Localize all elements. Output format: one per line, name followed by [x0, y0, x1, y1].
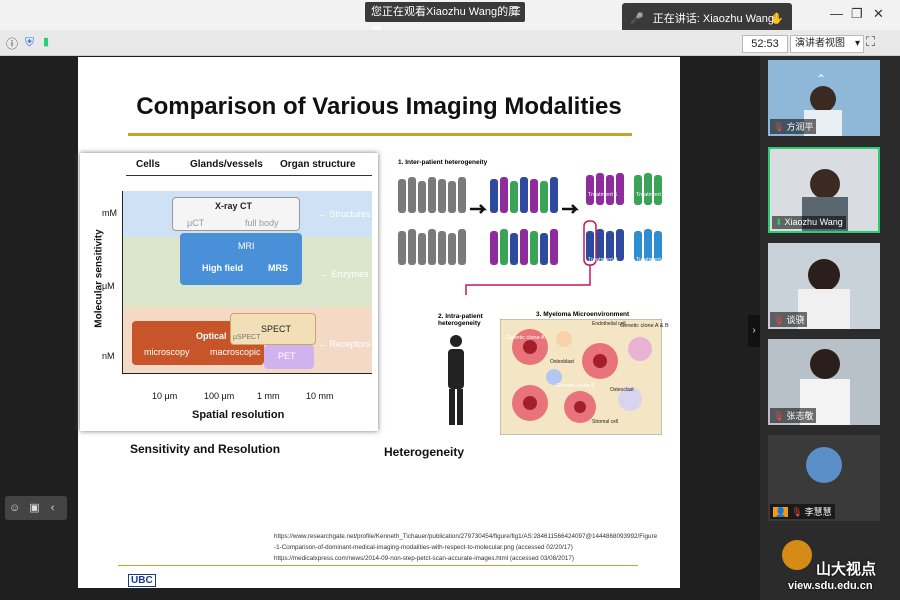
col-head-organ: Organ structure [280, 159, 356, 170]
participant-name: 👤 🎙 李慧慧 [770, 504, 835, 519]
x-tick-100um: 100 μm [204, 391, 235, 401]
user-icon: 👤 [773, 507, 789, 517]
stromal-label: Stromal cell [592, 419, 619, 425]
microphone-muted-icon: 🎙 [773, 122, 785, 132]
view-mode-select[interactable]: 演讲者视图 ▾ [790, 35, 864, 53]
chevron-right-icon[interactable]: › [748, 315, 760, 347]
slide: Comparison of Various Imaging Modalities… [78, 57, 680, 588]
heterogeneity-figure: 1. Inter-patient heterogeneity Treatment… [396, 157, 676, 437]
x-tick-10mm: 10 mm [306, 391, 334, 401]
inter-patient-label: 1. Inter-patient heterogeneity [398, 159, 488, 166]
watermark-logo-icon [782, 540, 812, 570]
menu-icon[interactable]: ☰ [511, 2, 521, 22]
avatar [810, 169, 840, 199]
timer: 52:53 [742, 35, 788, 53]
participant-tile-5[interactable]: 👤 🎙 李慧慧 [768, 435, 880, 521]
x-tick-10um: 10 μm [152, 391, 178, 401]
view-mode-label: 演讲者视图 [795, 38, 845, 49]
info-icon[interactable]: ⓘ [6, 35, 18, 52]
intra-patient-label: 2. Intra-patient heterogeneity [438, 313, 483, 327]
chat-icon[interactable]: ▣ [29, 502, 39, 514]
minimize-icon[interactable]: — [830, 6, 843, 21]
microphone-active-icon: ⬇ [775, 217, 783, 227]
x-axis [122, 373, 372, 374]
participant-tile-4[interactable]: 🎙 张志敬 [768, 339, 880, 425]
microphone-icon: 🎤 [630, 13, 644, 25]
footer-rule [118, 565, 638, 566]
participant-name: 🎙 谈骁 [770, 312, 808, 327]
clone-b-label: Genetic clone B [556, 383, 595, 389]
participant-tile-2[interactable]: ⬇ Xiaozhu Wang [768, 147, 880, 233]
watermark-url: view.sdu.edu.cn [788, 580, 873, 592]
participant-tile-3[interactable]: 🎙 谈骁 [768, 243, 880, 329]
microphone-muted-icon: 🎙 [773, 411, 785, 421]
participant-tile-1[interactable]: ⌃ 🎙 方润平 [768, 60, 880, 136]
chevron-down-icon: ▾ [854, 38, 860, 49]
reference-line-2: -1-Comparison-of-dominant-medical-imagin… [274, 544, 573, 551]
slide-title: Comparison of Various Imaging Modalities [136, 93, 622, 120]
microphone-muted-icon: 🎙 [791, 507, 803, 517]
avatar [808, 259, 840, 291]
speaking-text: 正在讲话: Xiaozhu Wang; [652, 13, 778, 25]
share-banner[interactable]: 您正在观看Xiaozhu Wang的屏幕 ☰ [365, 2, 525, 38]
maximize-icon[interactable]: ❐ [851, 6, 863, 22]
pet-box: PET [264, 345, 314, 369]
x-tick-1mm: 1 mm [257, 391, 280, 401]
signal-icon: ▮ [43, 36, 50, 48]
avatar [806, 447, 842, 483]
watermark: 山大视点 view.sdu.edu.cn [780, 540, 898, 598]
chevron-up-icon[interactable]: ⌃ [816, 72, 826, 86]
treatment-1-label: Treatment 1 [588, 192, 618, 198]
col-head-glands: Glands/vessels [190, 159, 263, 170]
patient-silhouettes [398, 173, 662, 295]
avatar [810, 86, 836, 112]
endothelial-label: Endothelial cell [592, 321, 626, 327]
xray-ct-box: X-ray CT μCT full body [172, 197, 300, 231]
spect-box: SPECT μSPECT [230, 313, 316, 345]
reference-line-3: https://medicalxpress.com/news/2014-09-n… [274, 555, 574, 562]
clone-a-label: Genetic clone A [506, 335, 545, 341]
avatar [810, 349, 840, 379]
band-label-structures: ← Structures [318, 209, 371, 219]
caption-heterogeneity: Heterogeneity [384, 445, 465, 459]
col-head-cells: Cells [136, 159, 160, 170]
shield-icon[interactable]: ⛨ [25, 35, 34, 50]
title-rule [128, 133, 632, 136]
x-axis-label: Spatial resolution [192, 409, 285, 421]
band-label-receptors: ← Receptors [318, 339, 371, 349]
y-tick-um: μM [102, 281, 115, 291]
clone-ab-label: Genetic clone A & B [620, 323, 669, 329]
participant-name: 🎙 张志敬 [770, 408, 817, 423]
osteoclast-label: Osteoclast [610, 387, 634, 393]
y-tick-nm: nM [102, 351, 115, 361]
treatment-3-label: Treatment 3 [588, 257, 618, 263]
treatment-4-label: Treatment 4 [636, 257, 666, 263]
close-icon[interactable]: ✕ [873, 6, 884, 22]
y-axis [122, 191, 123, 373]
participant-name: 🎙 方润平 [770, 119, 817, 134]
caption-sensitivity: Sensitivity and Resolution [130, 442, 281, 456]
band-label-enzymes: ← Enzymes [320, 269, 369, 279]
ubc-logo: UBC [128, 574, 156, 587]
treatment-2-label: Treatment 2 [636, 192, 666, 198]
sensitivity-resolution-figure: Cells Glands/vessels Organ structure ← S… [80, 153, 378, 431]
osteoblast-label: Osteoblast [550, 359, 574, 365]
participant-name: ⬇ Xiaozhu Wang [772, 216, 846, 229]
watermark-text: 山大视点 [816, 561, 877, 578]
microphone-muted-icon: 🎙 [773, 315, 785, 325]
y-axis-label: Molecular sensitivity [93, 229, 105, 328]
left-controls[interactable]: ☺ ▣ ‹ [5, 496, 67, 520]
chevron-left-icon[interactable]: ‹ [51, 502, 55, 514]
emoji-icon[interactable]: ☺ [9, 502, 20, 514]
header-rule [126, 175, 372, 177]
reference-line-1: https://www.researchgate.net/profile/Ken… [274, 533, 658, 540]
fullscreen-icon[interactable]: ⛶ [866, 34, 875, 50]
microenvironment-label: 3. Myeloma Microenvironment [536, 311, 630, 318]
y-tick-mm: mM [102, 208, 117, 218]
patient-figure [448, 335, 464, 425]
mri-box: MRI High field MRS [180, 233, 302, 285]
